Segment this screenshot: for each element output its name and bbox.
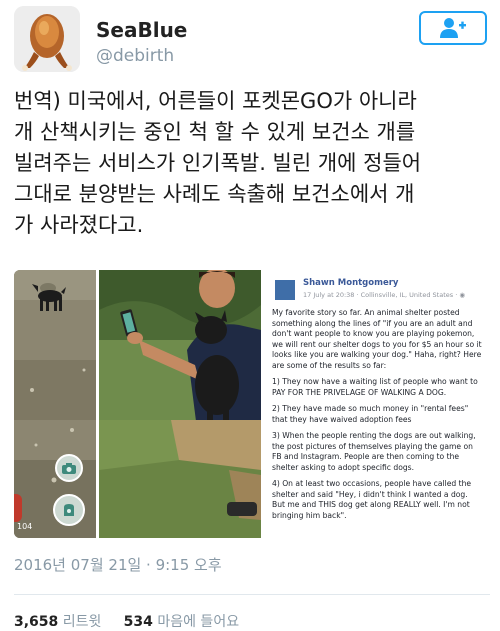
pokeball-indicator: [14, 494, 22, 522]
camera-button[interactable]: [55, 454, 83, 482]
post-paragraph: My favorite story so far. An animal shel…: [272, 308, 482, 370]
post-paragraph: 2) They have made so much money in "rent…: [272, 404, 469, 424]
avatar[interactable]: [14, 6, 80, 72]
retweets-stat[interactable]: 3,658 리트윗: [14, 614, 101, 630]
post-meta: 17 July at 20:38 · Collinsville, IL, Uni…: [303, 291, 465, 299]
retweets-count: 3,658: [14, 614, 59, 630]
divider: [14, 594, 490, 595]
post-author-name: Shawn Montgomery: [303, 278, 399, 288]
user-handle[interactable]: @debirth: [96, 46, 174, 66]
tweet-timestamp[interactable]: 2016년 07월 21일 · 9:15 오후: [14, 554, 222, 575]
tweet-text: 번역) 미국에서, 어른들이 포켓몬GO가 아니라 개 산책시키는 중인 척 할…: [14, 89, 422, 237]
roast-chicken-avatar-image: [14, 6, 80, 72]
post-meta-text: 17 July at 20:38 · Collinsville, IL, Uni…: [303, 291, 460, 299]
likes-stat[interactable]: 534 마음에 들어요: [124, 614, 239, 630]
add-user-icon: [440, 18, 466, 38]
likes-label: 마음에 들어요: [157, 614, 240, 630]
post-paragraph: 4) On at least two occasions, people hav…: [272, 479, 472, 520]
display-name[interactable]: SeaBlue: [96, 18, 187, 42]
pokemon-go-screenshot: 104: [14, 270, 96, 538]
post-author-avatar: [275, 280, 295, 300]
post-paragraph: 1) They now have a waiting list of peopl…: [272, 377, 478, 397]
likes-count: 534: [123, 614, 153, 630]
post-body: My favorite story so far. An animal shel…: [272, 308, 482, 527]
counter-label: 104: [17, 522, 33, 531]
retweets-label: 리트윗: [62, 614, 102, 630]
facebook-post-screenshot: Shawn Montgomery 17 July at 20:38 · Coll…: [264, 270, 486, 538]
bag-icon: [64, 504, 74, 516]
bag-button[interactable]: [53, 494, 85, 526]
tweet-media[interactable]: 104 Shawn Montgomery 17 July at 20:38 · …: [14, 270, 486, 538]
man-with-dog-photo: [99, 270, 261, 538]
follow-button[interactable]: [419, 11, 487, 45]
post-paragraph: 3) When the people renting the dogs are …: [272, 431, 476, 472]
camera-icon: [62, 462, 76, 474]
globe-icon: ◉: [459, 291, 466, 299]
tweet-stats: 3,658 리트윗 534 마음에 들어요: [14, 611, 239, 631]
